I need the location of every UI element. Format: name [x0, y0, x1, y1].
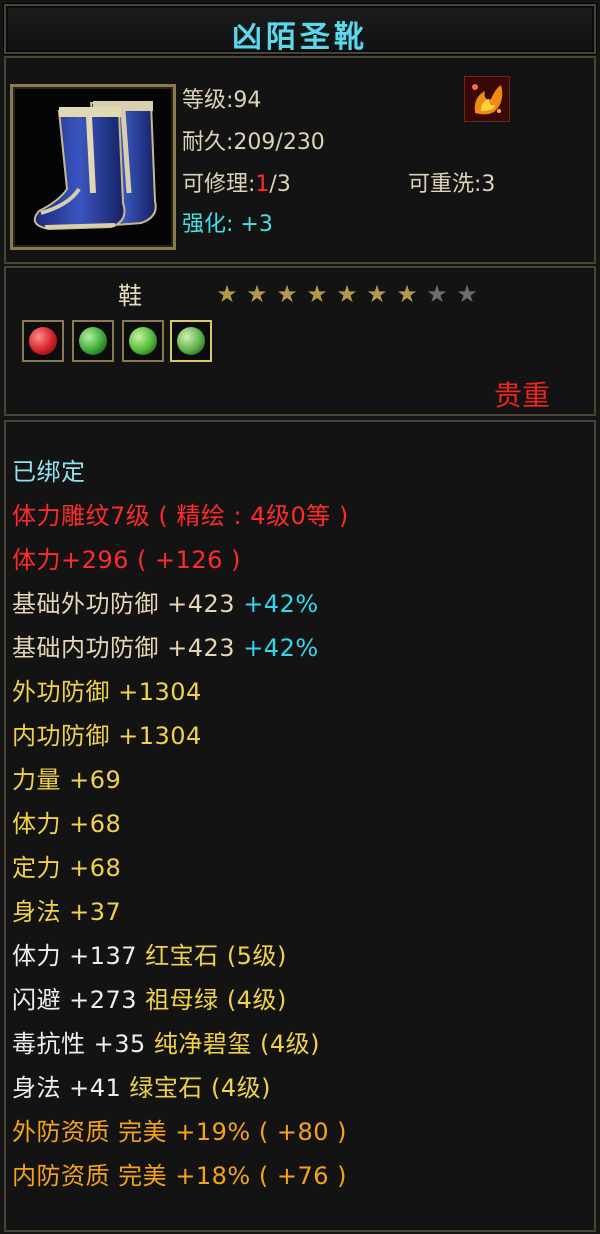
item-enhance: 强化: +3 — [182, 212, 273, 237]
star-filled-icon: ★ — [276, 280, 298, 308]
engrave-line: 体力雕纹7级 ( 精绘 : 4级0等 ) — [12, 502, 349, 530]
star-filled-icon: ★ — [246, 280, 268, 308]
star-filled-icon: ★ — [216, 280, 238, 308]
base-inner-def-value: 基础内功防御 +423 — [12, 634, 236, 662]
gem-stat-value: 闪避 +273 — [12, 986, 138, 1014]
outer-def-line: 外功防御 +1304 — [12, 678, 202, 706]
item-level: 等级:94 — [182, 88, 262, 113]
gem-name: 祖母绿 (4级) — [145, 986, 287, 1014]
gem-stat-line: 身法 +41 绿宝石 (4级) — [12, 1068, 271, 1103]
green-gem-icon[interactable] — [72, 320, 114, 362]
star-filled-icon: ★ — [336, 280, 358, 308]
star-filled-icon: ★ — [306, 280, 328, 308]
item-repair: 可修理:1/3 — [182, 166, 291, 198]
base-outer-def-line: 基础外功防御 +423 +42% — [12, 584, 319, 619]
gem-stat-line: 闪避 +273 祖母绿 (4级) — [12, 980, 287, 1015]
inner-quality-line: 内防资质 完美 +18% ( +76 ) — [12, 1162, 347, 1190]
flame-emblem-icon — [464, 76, 510, 122]
star-empty-icon: ★ — [426, 280, 448, 308]
gem-name: 红宝石 (5级) — [145, 942, 287, 970]
base-inner-def-pct: +42% — [243, 634, 319, 662]
gem-stat-value: 毒抗性 +35 — [12, 1030, 146, 1058]
gem-stat-line: 体力 +137 红宝石 (5级) — [12, 936, 287, 971]
gem-stat-value: 体力 +137 — [12, 942, 138, 970]
rarity-label: 贵重 — [494, 379, 551, 412]
item-icon-frame[interactable] — [10, 84, 176, 250]
item-durability: 耐久:209/230 — [182, 130, 325, 155]
equipment-slot: 鞋 — [118, 282, 142, 310]
green-gem-icon[interactable] — [170, 320, 212, 362]
base-outer-def-value: 基础外功防御 +423 — [12, 590, 236, 618]
blue-boots-icon — [33, 101, 157, 231]
green-gem-icon[interactable] — [122, 320, 164, 362]
star-filled-icon: ★ — [366, 280, 388, 308]
item-tooltip: 凶陌圣靴 等级:94 耐久:209/230 可修理:1/3 可重洗:3 强化: … — [0, 0, 600, 1234]
repair-current: 1 — [255, 172, 270, 197]
bound-status: 已绑定 — [12, 458, 86, 486]
agility-line: 身法 +37 — [12, 898, 122, 926]
star-filled-icon: ★ — [396, 280, 418, 308]
item-name: 凶陌圣靴 — [232, 20, 368, 55]
inner-def-line: 内功防御 +1304 — [12, 722, 202, 750]
gem-stat-value: 身法 +41 — [12, 1074, 122, 1102]
red-gem-icon[interactable] — [22, 320, 64, 362]
gem-name: 纯净碧玺 (4级) — [153, 1030, 321, 1058]
gem-stat-line: 毒抗性 +35 纯净碧玺 (4级) — [12, 1024, 320, 1059]
title-bar: 凶陌圣靴 — [4, 4, 596, 55]
strength-line: 力量 +69 — [12, 766, 122, 794]
gem-name: 绿宝石 (4级) — [129, 1074, 272, 1102]
repair-total: /3 — [269, 172, 291, 197]
repair-label: 可修理: — [182, 172, 256, 197]
stamina-bonus-line: 体力+296 ( +126 ) — [12, 546, 241, 574]
stamina-line: 体力 +68 — [12, 810, 122, 838]
item-rewash: 可重洗:3 — [408, 172, 496, 197]
outer-quality-line: 外防资质 完美 +19% ( +80 ) — [12, 1118, 347, 1146]
star-empty-icon: ★ — [456, 280, 478, 308]
star-rating: ★ ★ ★ ★ ★ ★ ★ ★ ★ — [212, 282, 482, 306]
focus-line: 定力 +68 — [12, 854, 122, 882]
base-inner-def-line: 基础内功防御 +423 +42% — [12, 628, 319, 663]
base-outer-def-pct: +42% — [243, 590, 319, 618]
